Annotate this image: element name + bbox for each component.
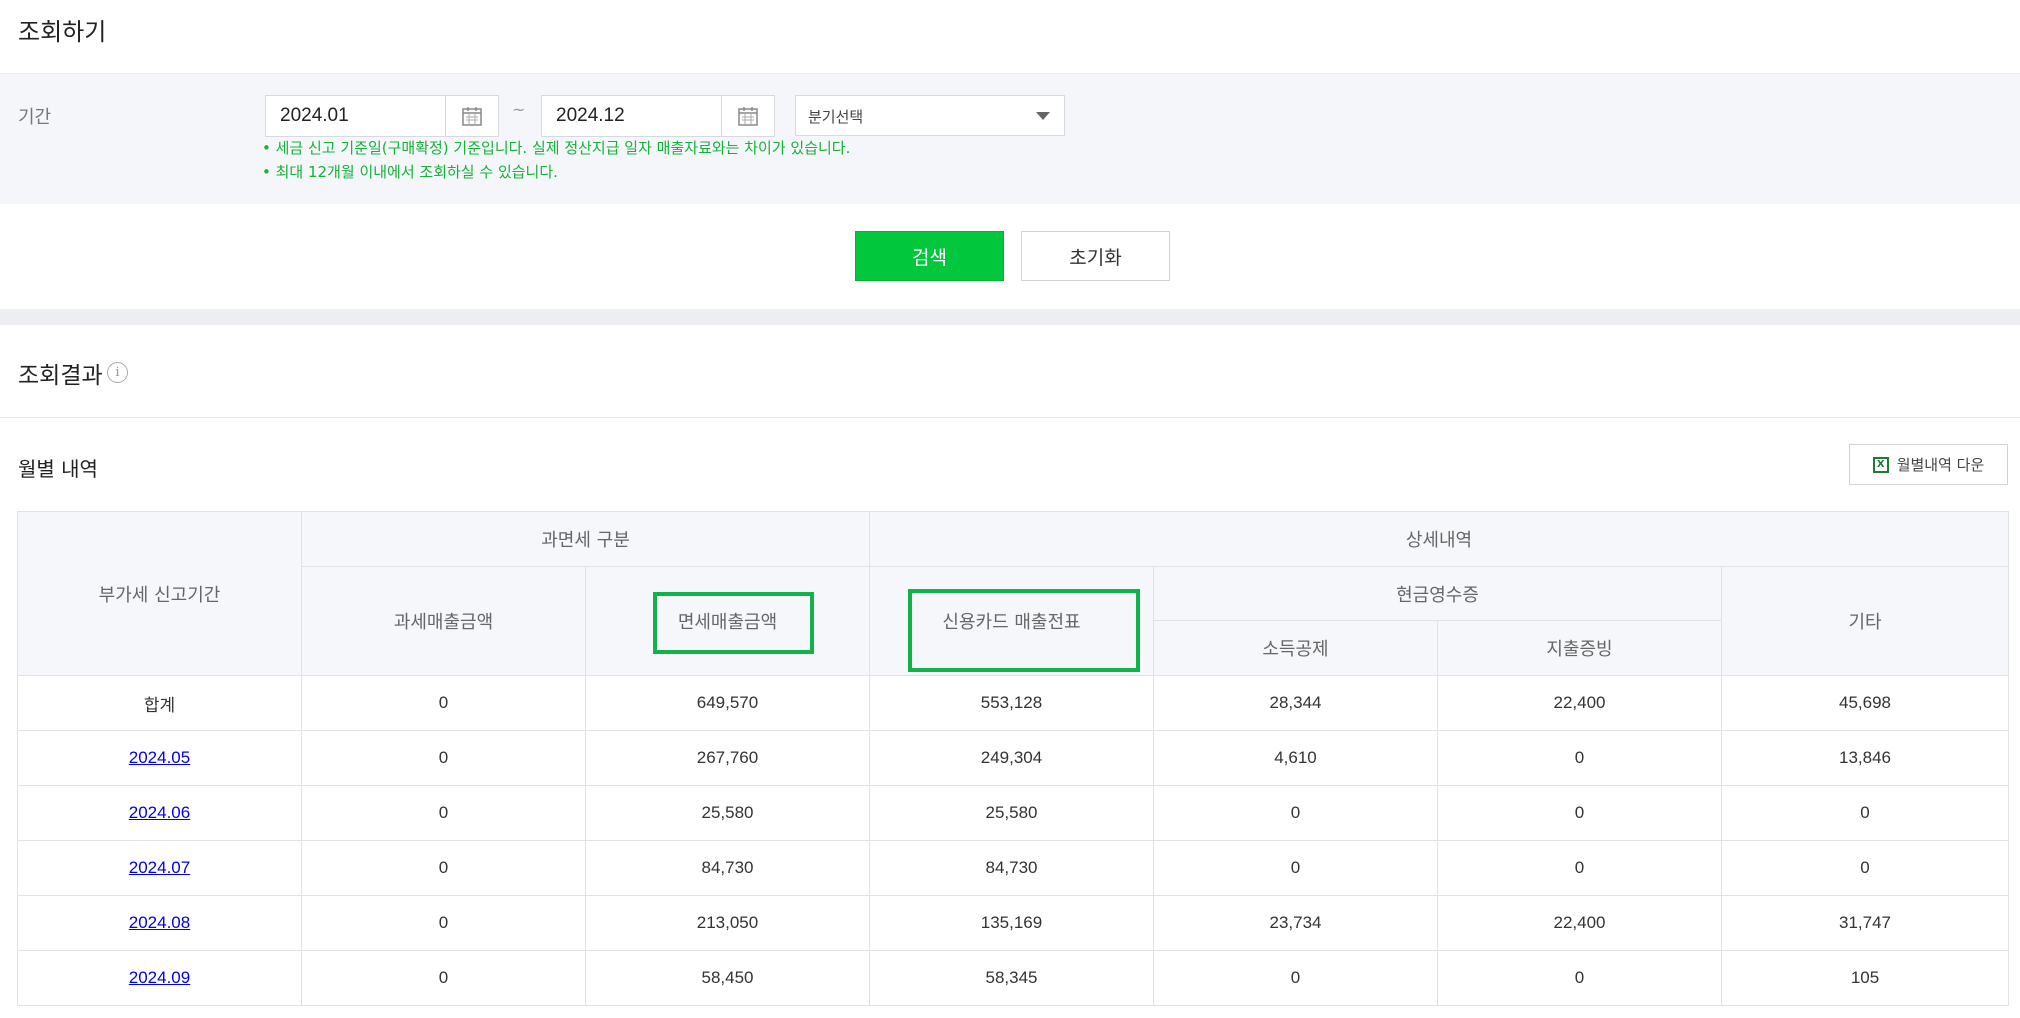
cell-exempt: 649,570: [585, 675, 870, 731]
end-date-field: [541, 95, 775, 137]
start-date-calendar-button[interactable]: [446, 96, 498, 136]
cell-expense-proof: 0: [1437, 785, 1722, 841]
cell-expense-proof: 0: [1437, 730, 1722, 786]
search-button[interactable]: 검색: [855, 231, 1004, 281]
cell-taxable: 0: [301, 675, 586, 731]
cell-period: 합계: [17, 675, 302, 731]
cell-other: 0: [1721, 785, 2009, 841]
cell-other: 13,846: [1721, 730, 2009, 786]
cell-period: 2024.09: [17, 950, 302, 1006]
monthly-download-label: 월별내역 다운: [1896, 456, 1985, 474]
section-divider: [0, 309, 2020, 325]
cell-taxable: 0: [301, 950, 586, 1006]
table-row: 2024.09 0 58,450 58,345 0 0 105: [17, 950, 2009, 1006]
cell-taxable: 0: [301, 840, 586, 896]
cell-income-deduction: 4,610: [1153, 730, 1438, 786]
calendar-icon: [462, 107, 482, 126]
notice-period-limit: • 최대 12개월 이내에서 조회하실 수 있습니다.: [262, 163, 558, 181]
chevron-down-icon: [1036, 112, 1050, 120]
cell-income-deduction: 23,734: [1153, 895, 1438, 951]
cell-other: 105: [1721, 950, 2009, 1006]
header-exempt: 면세매출금액: [585, 566, 870, 676]
result-title: 조회결과: [18, 363, 103, 389]
date-range-separator: ~: [512, 100, 526, 119]
monthly-sales-table: 부가세 신고기간 과면세 구분 상세내역 과세매출금액 면세매출금액 신용카드 …: [17, 511, 2009, 1006]
cell-credit-card: 58,345: [869, 950, 1154, 1006]
table-row: 2024.07 0 84,730 84,730 0 0 0: [17, 840, 2009, 896]
start-date-input[interactable]: [266, 96, 446, 136]
cell-other: 0: [1721, 840, 2009, 896]
result-title-underline: [0, 417, 2020, 418]
cell-exempt: 267,760: [585, 730, 870, 786]
cell-period: 2024.07: [17, 840, 302, 896]
header-tax-group: 과면세 구분: [301, 511, 870, 567]
cell-income-deduction: 0: [1153, 785, 1438, 841]
header-cash-receipt: 현금영수증: [1153, 566, 1722, 621]
period-label: 기간: [18, 107, 52, 128]
header-period: 부가세 신고기간: [17, 511, 302, 676]
header-expense-proof: 지출증빙: [1437, 620, 1722, 676]
header-income-deduction: 소득공제: [1153, 620, 1438, 676]
cell-credit-card: 249,304: [869, 730, 1154, 786]
monthly-download-button[interactable]: X 월별내역 다운: [1849, 444, 2008, 485]
cell-other: 45,698: [1721, 675, 2009, 731]
cell-exempt: 25,580: [585, 785, 870, 841]
cell-credit-card: 84,730: [869, 840, 1154, 896]
cell-exempt: 213,050: [585, 895, 870, 951]
cell-period: 2024.05: [17, 730, 302, 786]
monthly-section-title: 월별 내역: [18, 457, 98, 481]
cell-taxable: 0: [301, 785, 586, 841]
header-taxable: 과세매출금액: [301, 566, 586, 676]
cell-taxable: 0: [301, 730, 586, 786]
month-link[interactable]: 2024.07: [129, 858, 190, 877]
cell-income-deduction: 28,344: [1153, 675, 1438, 731]
header-detail-group: 상세내역: [869, 511, 2009, 567]
table-row: 2024.05 0 267,760 249,304 4,610 0 13,846: [17, 730, 2009, 786]
end-date-input[interactable]: [542, 96, 722, 136]
cell-income-deduction: 0: [1153, 840, 1438, 896]
cell-credit-card: 25,580: [869, 785, 1154, 841]
cell-exempt: 58,450: [585, 950, 870, 1006]
start-date-field: [265, 95, 499, 137]
cell-expense-proof: 0: [1437, 950, 1722, 1006]
month-link[interactable]: 2024.08: [129, 913, 190, 932]
cell-other: 31,747: [1721, 895, 2009, 951]
cell-expense-proof: 22,400: [1437, 675, 1722, 731]
excel-icon: X: [1872, 456, 1889, 473]
cell-period: 2024.08: [17, 895, 302, 951]
end-date-calendar-button[interactable]: [722, 96, 774, 136]
cell-taxable: 0: [301, 895, 586, 951]
header-credit-card: 신용카드 매출전표: [869, 566, 1154, 676]
page-title: 조회하기: [18, 18, 107, 46]
cell-credit-card: 135,169: [869, 895, 1154, 951]
info-icon[interactable]: i: [107, 362, 128, 383]
table-row: 2024.06 0 25,580 25,580 0 0 0: [17, 785, 2009, 841]
reset-button[interactable]: 초기화: [1021, 231, 1170, 281]
quarter-select[interactable]: 분기선택: [795, 95, 1065, 136]
month-link[interactable]: 2024.06: [129, 803, 190, 822]
quarter-select-value: 분기선택: [808, 108, 864, 126]
notice-tax-basis: • 세금 신고 기준일(구매확정) 기준입니다. 실제 정산지급 일자 매출자료…: [262, 139, 851, 157]
cell-expense-proof: 0: [1437, 840, 1722, 896]
table-row-total: 합계 0 649,570 553,128 28,344 22,400 45,69…: [17, 675, 2009, 731]
calendar-icon: [738, 107, 758, 126]
header-other: 기타: [1721, 566, 2009, 676]
cell-income-deduction: 0: [1153, 950, 1438, 1006]
month-link[interactable]: 2024.05: [129, 748, 190, 767]
month-link[interactable]: 2024.09: [129, 968, 190, 987]
cell-expense-proof: 22,400: [1437, 895, 1722, 951]
table-row: 2024.08 0 213,050 135,169 23,734 22,400 …: [17, 895, 2009, 951]
cell-credit-card: 553,128: [869, 675, 1154, 731]
cell-exempt: 84,730: [585, 840, 870, 896]
cell-period: 2024.06: [17, 785, 302, 841]
